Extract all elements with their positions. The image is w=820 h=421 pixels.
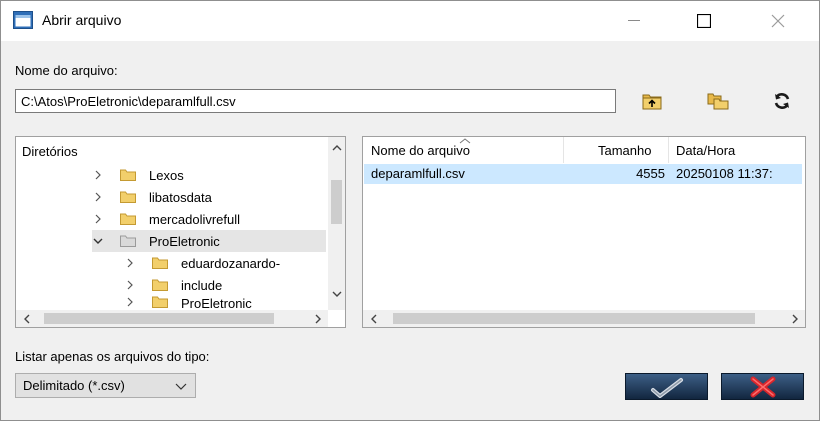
column-header-name[interactable]: Nome do arquivo — [371, 143, 470, 158]
chevron-right-icon — [127, 280, 133, 290]
checkmark-icon — [650, 377, 683, 398]
scroll-up-arrow[interactable] — [328, 139, 345, 156]
chevron-down-icon — [93, 238, 103, 244]
filetype-label: Listar apenas os arquivos do tipo: — [15, 349, 210, 364]
chevron-right-icon — [95, 214, 101, 224]
close-icon — [771, 14, 785, 28]
folder-icon — [152, 257, 168, 269]
tree-item-label: eduardozanardo- — [181, 255, 281, 271]
directories-horizontal-scrollbar[interactable] — [16, 310, 328, 327]
file-row[interactable]: deparamlfull.csv 4555 20250108 11:37: — [364, 164, 802, 184]
scroll-down-arrow[interactable] — [328, 285, 345, 302]
tree-item-label: ProEletronic — [181, 296, 252, 308]
tree-item-label: libatosdata — [149, 189, 212, 205]
chevron-right-icon — [127, 297, 133, 307]
chevron-right-icon — [95, 170, 101, 180]
tree-item[interactable]: mercadolivrefull — [92, 208, 240, 230]
chevron-right-icon — [95, 192, 101, 202]
tree-item[interactable]: libatosdata — [92, 186, 212, 208]
minimize-button[interactable] — [611, 1, 657, 41]
minimize-icon — [628, 20, 640, 21]
column-header-size[interactable]: Tamanho — [598, 143, 651, 158]
refresh-button[interactable] — [768, 87, 796, 115]
tree-item[interactable]: include — [124, 274, 222, 296]
directories-vertical-scrollbar[interactable] — [328, 137, 345, 310]
chevron-right-icon — [792, 314, 798, 323]
tree-item-label: mercadolivrefull — [149, 211, 241, 227]
column-separator[interactable] — [668, 137, 669, 163]
filetype-select[interactable]: Delimitado (*.csv) — [15, 373, 196, 398]
open-file-dialog: Abrir arquivo Nome do arquivo: C:\Atos\P… — [0, 0, 820, 421]
folder-open-icon — [120, 235, 136, 247]
chevron-down-icon — [175, 383, 187, 390]
maximize-icon — [697, 14, 711, 28]
scroll-right-arrow[interactable] — [786, 310, 803, 327]
files-horizontal-scrollbar[interactable] — [363, 310, 805, 327]
tree-item-label: ProEletronic — [149, 233, 220, 249]
folder-icon — [120, 213, 136, 225]
scroll-left-arrow[interactable] — [365, 310, 382, 327]
scroll-right-arrow[interactable] — [309, 310, 326, 327]
folders-button[interactable] — [704, 87, 732, 115]
app-window-icon — [13, 11, 33, 29]
chevron-up-icon — [332, 144, 341, 150]
tree-item[interactable]: eduardozanardo- — [124, 252, 280, 274]
folder-icon — [120, 169, 136, 181]
ok-button[interactable] — [625, 373, 708, 400]
chevron-left-icon — [23, 314, 29, 323]
tree-item-selected[interactable]: ProEletronic — [92, 230, 326, 252]
tree-item[interactable]: Lexos — [92, 164, 184, 186]
file-size-cell: 4555 — [636, 166, 665, 181]
cancel-x-icon — [750, 376, 775, 397]
column-separator[interactable] — [563, 137, 564, 163]
chevron-left-icon — [370, 314, 376, 323]
title-bar[interactable]: Abrir arquivo — [1, 1, 819, 41]
files-pane[interactable]: Nome do arquivo Tamanho Data/Hora depara… — [362, 136, 806, 328]
column-header-datetime[interactable]: Data/Hora — [676, 143, 735, 158]
filename-label: Nome do arquivo: — [15, 63, 118, 78]
directories-pane[interactable]: Diretórios Lexos libatosdata mercadolivr… — [15, 136, 346, 328]
maximize-button[interactable] — [681, 1, 727, 41]
folder-icon — [152, 296, 168, 308]
folders-icon — [707, 93, 729, 110]
file-datetime-cell: 20250108 11:37: — [676, 166, 773, 181]
folder-icon — [120, 191, 136, 203]
file-name-cell: deparamlfull.csv — [371, 166, 465, 181]
scroll-thumb[interactable] — [331, 180, 342, 224]
tree-item-label: include — [181, 277, 223, 293]
directories-header: Diretórios — [22, 144, 78, 159]
tree-item[interactable]: ProEletronic — [124, 296, 252, 308]
close-button[interactable] — [755, 1, 801, 41]
filename-input[interactable] — [15, 89, 616, 113]
window-title: Abrir arquivo — [42, 12, 122, 28]
chevron-down-icon — [332, 291, 341, 297]
chevron-right-icon — [315, 314, 321, 323]
refresh-icon — [774, 93, 790, 109]
chevron-right-icon — [127, 258, 133, 268]
cancel-button[interactable] — [721, 373, 804, 400]
scroll-thumb[interactable] — [44, 313, 274, 324]
folder-up-button[interactable] — [638, 87, 666, 115]
filetype-selected-value: Delimitado (*.csv) — [23, 378, 125, 393]
folder-icon — [152, 279, 168, 291]
scroll-left-arrow[interactable] — [18, 310, 35, 327]
scroll-thumb[interactable] — [393, 313, 755, 324]
folder-up-icon — [642, 94, 662, 110]
tree-item-label: Lexos — [149, 167, 184, 183]
